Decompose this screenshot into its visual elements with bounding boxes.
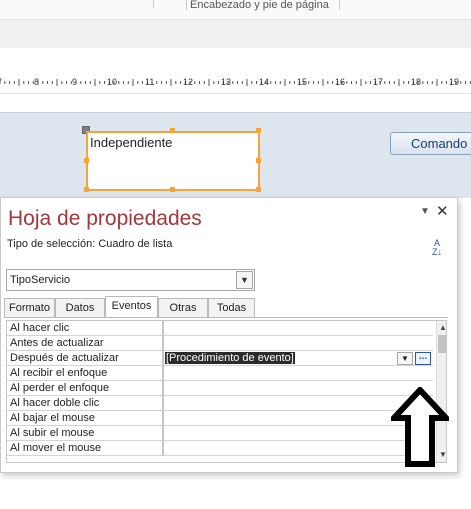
resize-handle[interactable] <box>84 158 89 163</box>
ruler-number: 13 <box>221 77 232 87</box>
selected-listbox-control[interactable]: Independiente <box>86 131 260 191</box>
resize-handle[interactable] <box>256 158 261 163</box>
property-row-selected[interactable]: Después de actualizar [Procedimiento de … <box>7 351 433 366</box>
resize-handle[interactable] <box>170 187 175 192</box>
selection-type-label: Tipo de selección: <box>7 238 96 250</box>
ruler-number: 17 <box>373 77 384 87</box>
chevron-down-icon[interactable]: ▼ <box>236 271 253 289</box>
ruler-number: 15 <box>297 77 308 87</box>
property-label: Al subir el mouse <box>10 427 95 439</box>
property-grid: Al hacer clic Antes de actualizar Despué… <box>6 320 447 463</box>
property-sheet-title: Hoja de propiedades <box>8 207 202 230</box>
ruler-number: 8 <box>34 77 40 87</box>
property-row[interactable]: Al subir el mouse <box>7 426 433 441</box>
ribbon-separator <box>186 0 187 10</box>
object-selector-value: TipoServicio <box>10 274 71 286</box>
property-label: Al hacer clic <box>10 322 70 334</box>
property-label: Al mover el mouse <box>10 442 102 454</box>
ruler-number: 10 <box>107 77 118 87</box>
property-row[interactable]: Al perder el enfoque <box>7 381 433 396</box>
ribbon-group-label: Encabezado y pie de página <box>190 0 329 11</box>
section-header <box>0 94 471 112</box>
object-selector[interactable]: TipoServicio ▼ <box>6 269 255 291</box>
selection-type: Tipo de selección: Cuadro de lista <box>7 238 172 250</box>
property-tabs: Formato Datos Eventos Otras Todas <box>4 296 454 318</box>
property-row[interactable]: Al mover el mouse <box>7 441 433 456</box>
ribbon-background <box>0 20 471 48</box>
property-label: Al perder el enfoque <box>10 382 110 394</box>
ruler-number: 18 <box>411 77 422 87</box>
property-label: Al hacer doble clic <box>10 397 100 409</box>
property-value[interactable] <box>162 321 433 336</box>
resize-handle[interactable] <box>170 128 175 133</box>
property-value[interactable]: [Procedimiento de evento] ▼ ... <box>162 351 433 366</box>
tabs-divider <box>4 317 448 318</box>
ruler-number: 16 <box>335 77 346 87</box>
chevron-down-icon[interactable]: ▼ <box>397 352 413 365</box>
ruler-ticks <box>0 79 471 86</box>
build-ellipsis-icon[interactable]: ... <box>415 352 431 365</box>
property-row[interactable]: Al bajar el mouse <box>7 411 433 426</box>
ribbon-separator <box>339 0 340 10</box>
tab-otras[interactable]: Otras <box>158 298 208 318</box>
tab-todas[interactable]: Todas <box>208 298 255 318</box>
ruler-number: 7 <box>0 77 2 87</box>
horizontal-ruler: 7 8 9 10 11 12 13 14 15 16 17 18 19 <box>0 72 471 94</box>
scroll-thumb[interactable] <box>438 335 446 353</box>
command-button[interactable]: Comando <box>390 132 471 155</box>
tab-formato[interactable]: Formato <box>4 298 55 318</box>
property-label: Al bajar el mouse <box>10 412 95 424</box>
property-label: Antes de actualizar <box>10 337 104 349</box>
sort-az-icon[interactable]: A Z↓ <box>430 239 444 259</box>
ribbon-separator <box>153 0 154 8</box>
resize-handle[interactable] <box>256 128 261 133</box>
property-row[interactable]: Al hacer doble clic <box>7 396 433 411</box>
tab-datos[interactable]: Datos <box>55 298 105 318</box>
chevron-down-icon[interactable]: ▼ <box>420 206 430 217</box>
property-row[interactable]: Antes de actualizar <box>7 336 433 351</box>
ribbon-bar: Encabezado y pie de página <box>0 0 471 20</box>
ruler-number: 9 <box>72 77 78 87</box>
close-icon[interactable]: ✕ <box>436 202 449 220</box>
control-label: Independiente <box>90 135 173 150</box>
ruler-number: 19 <box>449 77 460 87</box>
property-value[interactable] <box>162 336 433 351</box>
property-label: Al recibir el enfoque <box>10 367 108 379</box>
property-value-text[interactable]: [Procedimiento de evento] <box>165 352 295 364</box>
property-row[interactable]: Al recibir el enfoque <box>7 366 433 381</box>
property-label: Después de actualizar <box>10 352 119 364</box>
property-row[interactable]: Al hacer clic <box>7 321 433 336</box>
ruler-number: 14 <box>259 77 270 87</box>
ruler-number: 12 <box>183 77 194 87</box>
tab-eventos[interactable]: Eventos <box>105 296 158 318</box>
ruler-number: 11 <box>145 77 155 87</box>
selection-type-value: Cuadro de lista <box>98 238 173 250</box>
scroll-up-icon[interactable]: ▲ <box>437 322 446 334</box>
resize-handle[interactable] <box>84 187 89 192</box>
resize-handle[interactable] <box>256 187 261 192</box>
property-value[interactable] <box>162 366 433 381</box>
arrow-up-icon <box>391 387 449 467</box>
property-sheet: Hoja de propiedades ▼ ✕ Tipo de selecció… <box>0 197 458 473</box>
